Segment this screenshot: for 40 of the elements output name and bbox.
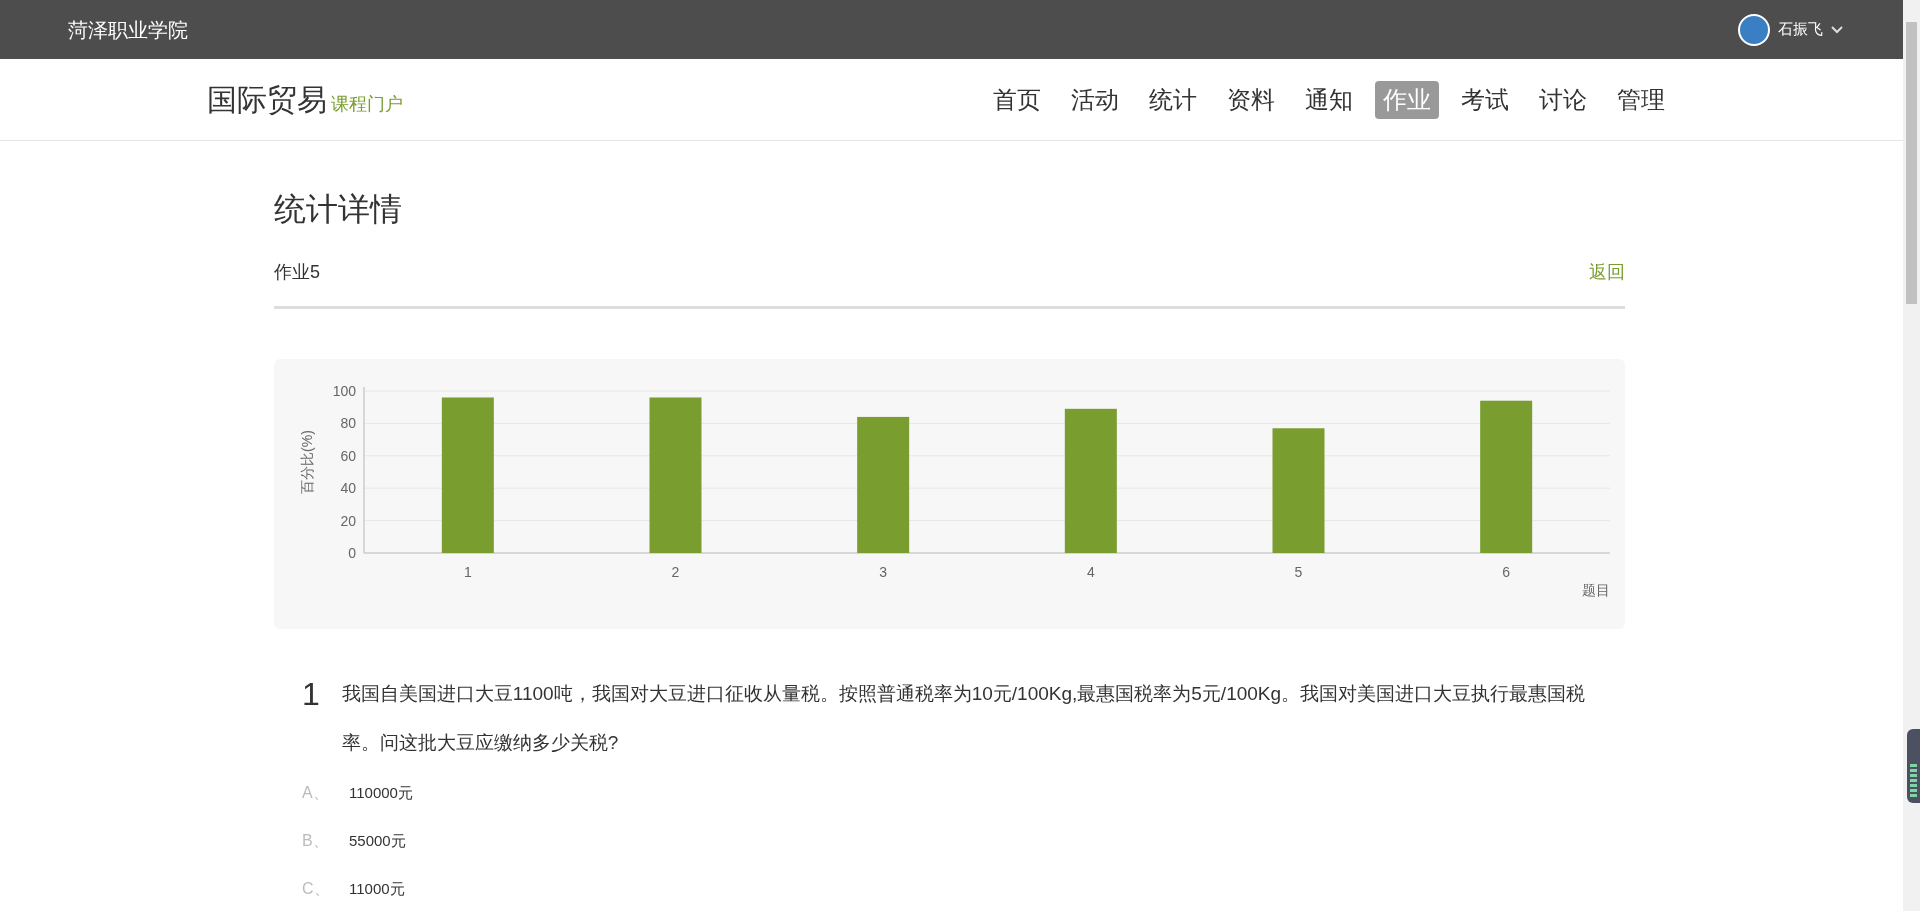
nav-tab[interactable]: 活动	[1063, 80, 1127, 119]
y-tick-label: 40	[340, 480, 356, 497]
scrollbar[interactable]	[1903, 0, 1920, 911]
nav-tab[interactable]: 通知	[1297, 80, 1361, 119]
y-tick-label: 100	[332, 383, 356, 399]
school-name: 菏泽职业学院	[68, 17, 188, 43]
page-title: 统计详情	[274, 193, 403, 225]
nav-tab[interactable]: 首页	[985, 80, 1049, 119]
nav-tab[interactable]: 统计	[1141, 80, 1205, 119]
y-tick-label: 80	[340, 415, 356, 432]
y-tick-label: 20	[340, 512, 356, 529]
caret-icon	[1831, 25, 1843, 34]
y-tick-label: 60	[340, 447, 356, 464]
y-axis-title: 百分比(%)	[299, 430, 315, 494]
nav-tab[interactable]: 讨论	[1531, 80, 1595, 119]
user-menu[interactable]: 石振飞	[1738, 13, 1843, 46]
x-tick-label: 5	[1294, 564, 1303, 580]
nav-tab[interactable]: 资料	[1219, 80, 1283, 119]
x-tick-label: 3	[879, 564, 888, 580]
question-text: 我国自美国进口大豆1100吨，我国对大豆进口征收从量税。按照普通税率为10元/100Kg,最惠国税率为5元/100Kg。我国对美国进口大豆执行最惠国税率。问这批大豆应缴纳多少关税?	[341, 682, 1587, 755]
question-number: 1	[302, 675, 320, 714]
y-tick-label: 0	[348, 545, 356, 561]
x-tick-label: 6	[1502, 564, 1511, 580]
option-text: 110000元	[349, 782, 413, 803]
x-tick-label: 2	[671, 564, 680, 580]
x-tick-label: 1	[463, 564, 472, 580]
x-tick-label: 4	[1086, 564, 1095, 580]
level-meter-icon[interactable]	[1907, 729, 1920, 803]
nav-tab[interactable]: 考试	[1453, 80, 1517, 119]
option-letter: C、	[302, 879, 331, 899]
portal-label: 课程门户	[331, 94, 403, 115]
assignment-name: 作业5	[274, 261, 320, 284]
nav-tab[interactable]: 管理	[1609, 80, 1673, 119]
course-title: 国际贸易	[207, 84, 327, 115]
option-letter: A、	[302, 783, 330, 803]
option-text: 55000元	[349, 830, 406, 851]
avatar-icon	[1738, 13, 1770, 46]
option-letter: B、	[302, 831, 330, 851]
option-text: 11000元	[349, 878, 405, 899]
x-axis-title: 题目	[1582, 582, 1610, 598]
